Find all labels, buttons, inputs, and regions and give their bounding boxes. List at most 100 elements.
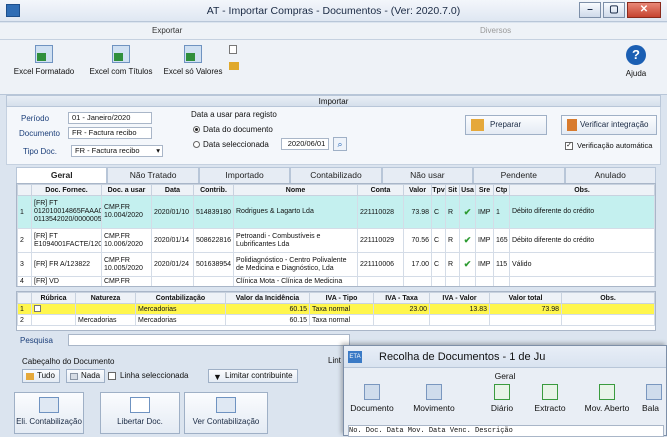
documento-button[interactable]: Documento [344, 384, 400, 413]
checkbox-icon[interactable] [34, 304, 41, 312]
linha-checkbox[interactable] [108, 372, 116, 380]
extracto-button[interactable]: Extracto [528, 384, 572, 413]
col-contrib[interactable]: Contrib. [193, 184, 234, 196]
ver-contabilizacao-button[interactable]: Ver Contabilização [184, 392, 268, 434]
periodo-input[interactable]: 01 - Janeiro/2020 [68, 112, 152, 124]
col-contabilizacao[interactable]: Contabilização [135, 292, 226, 304]
cell-valor-total: 73.98 [489, 303, 562, 315]
mov-aberto-button[interactable]: Mov. Aberto [578, 384, 636, 413]
eli-contabilizacao-button[interactable]: Eli. Contabilização [14, 392, 84, 434]
tab-contabilizado[interactable]: Contabilizado [290, 167, 382, 183]
table-row[interactable]: 1 Mercadorias 60.15 Taxa normal 23.00 13… [17, 303, 655, 315]
close-button[interactable]: ✕ [627, 2, 661, 18]
view-contabilizacao-icon [216, 397, 236, 413]
popup-geral-label: Geral [494, 371, 516, 381]
col-usa[interactable]: Usa [459, 184, 476, 196]
tab-pendente[interactable]: Pendente [473, 167, 565, 183]
excel-icon [35, 45, 53, 63]
col-valor[interactable]: Valor [403, 184, 432, 196]
lint-label: Lint [328, 356, 341, 365]
nada-label: Nada [81, 371, 101, 380]
col-doc-usar[interactable]: Doc. a usar [101, 184, 152, 196]
check-icon[interactable]: ✔ [459, 228, 476, 253]
date-input[interactable]: 2020/06/01 [281, 138, 329, 150]
window-controls: – ▢ ✕ [579, 2, 661, 18]
excel-formatado-button[interactable]: Excel Formatado [6, 45, 82, 89]
table-row[interactable]: 4 [FR] VD CMP.FR Clínica Mota - Clínica … [17, 276, 655, 286]
excel-titulos-button[interactable]: Excel com Títulos [84, 45, 158, 89]
cell-iva-taxa [373, 314, 430, 326]
col-valor-total[interactable]: Valor total [489, 292, 562, 304]
cell-sit: R [445, 252, 460, 277]
col-obs[interactable]: Obs. [561, 292, 655, 304]
excel-valores-button[interactable]: Excel só Valores [158, 45, 228, 89]
cell-ctp: 165 [493, 228, 510, 253]
cell-contab: Mercadorias [135, 303, 226, 315]
verificacao-checkbox[interactable]: ✓ [565, 142, 573, 150]
col-nome[interactable]: Nome [233, 184, 358, 196]
col-sit[interactable]: Sit [445, 184, 460, 196]
tab-nao-usar[interactable]: Não usar [381, 167, 474, 183]
filters-panel: Período 01 - Janeiro/2020 Documento FR -… [6, 107, 661, 165]
col-iva-valor[interactable]: IVA - Valor [429, 292, 490, 304]
search-input[interactable] [68, 334, 350, 346]
eli-label: Eli. Contabilização [16, 417, 82, 426]
search-icon[interactable]: ⌕ [333, 137, 347, 151]
check-icon[interactable]: ✔ [459, 195, 476, 229]
table-row[interactable]: 1 [FR] FT 012010014865FAAA0000 011354202… [17, 195, 655, 229]
documento-input[interactable]: FR - Factura recibo [68, 127, 152, 139]
tab-diversos[interactable]: Diversos [480, 26, 511, 35]
cell-contab: Mercadorias [135, 314, 226, 326]
tipo-doc-select[interactable]: FR - Factura recibo ▾ [71, 145, 163, 157]
col-sre[interactable]: Sre [475, 184, 494, 196]
tab-anulado[interactable]: Anulado [564, 167, 656, 183]
cell-iva-taxa: 23.00 [373, 303, 430, 315]
col-natureza[interactable]: Natureza [75, 292, 136, 304]
cell-valor: 73.98 [403, 195, 432, 229]
tab-geral[interactable]: Geral [16, 167, 108, 183]
preparar-button[interactable]: Preparar [465, 115, 547, 135]
verificar-button[interactable]: Verificar integração [561, 115, 657, 135]
col-iva-tipo[interactable]: IVA - Tipo [309, 292, 374, 304]
libertar-doc-button[interactable]: Libertar Doc. [100, 392, 180, 434]
table-row[interactable]: 2 [FR] FT E1094001FACTE/12080 CMP.FR 10.… [17, 228, 655, 253]
col-data[interactable]: Data [151, 184, 194, 196]
limitar-button[interactable]: ▼ Limitar contribuinte [208, 369, 298, 383]
balancete-button[interactable]: Bala [642, 384, 667, 413]
cell-obs: Débito diferente do crédito [509, 195, 655, 229]
data-seleccionada-radio[interactable] [193, 141, 200, 148]
maximize-button[interactable]: ▢ [603, 2, 625, 18]
tab-exportar[interactable]: Exportar [152, 26, 182, 35]
minimize-button[interactable]: – [579, 2, 601, 18]
tab-nao-tratado[interactable]: Não Tratado [107, 167, 199, 183]
eta-icon: ETA [348, 351, 362, 363]
rubrica-cell[interactable] [31, 303, 76, 315]
lines-grid: Rúbrica Natureza Contabilização Valor da… [16, 291, 656, 331]
check-icon[interactable]: ✔ [459, 252, 476, 277]
col-conta[interactable]: Conta [357, 184, 404, 196]
ajuda-button[interactable]: ? Ajuda [616, 45, 656, 89]
cell-natureza: Mercadorias [75, 314, 136, 326]
table-row[interactable]: 2 Mercadorias Mercadorias 60.15 Taxa nor… [17, 314, 655, 326]
col-obs[interactable]: Obs. [509, 184, 655, 196]
col-rubrica[interactable]: Rúbrica [31, 292, 76, 304]
libertar-label: Libertar Doc. [117, 417, 163, 426]
col-iva-taxa[interactable]: IVA - Taxa [373, 292, 430, 304]
tudo-button[interactable]: Tudo [22, 369, 60, 383]
nada-button[interactable]: Nada [66, 369, 106, 383]
small-tools[interactable] [229, 45, 243, 89]
col-ctp[interactable]: Ctp [493, 184, 510, 196]
cell-valor: 70.56 [403, 228, 432, 253]
table-row[interactable]: 3 [FR] FR A/123822 CMP.FR 10.005/2020 20… [17, 252, 655, 277]
tab-importado[interactable]: Importado [198, 167, 291, 183]
movimento-button[interactable]: Movimento [404, 384, 464, 413]
row-index: 4 [17, 276, 32, 286]
diario-button[interactable]: Diário [482, 384, 522, 413]
data-documento-radio[interactable] [193, 126, 200, 133]
excel-icon [112, 45, 130, 63]
title-bar: AT - Importar Compras - Documentos - (Ve… [0, 0, 667, 22]
contabilizacao-icon [39, 397, 59, 413]
col-tpv[interactable]: Tpv [431, 184, 446, 196]
col-incidencia[interactable]: Valor da Incidência [225, 292, 310, 304]
col-doc-fornec[interactable]: Doc. Fornec. [31, 184, 102, 196]
